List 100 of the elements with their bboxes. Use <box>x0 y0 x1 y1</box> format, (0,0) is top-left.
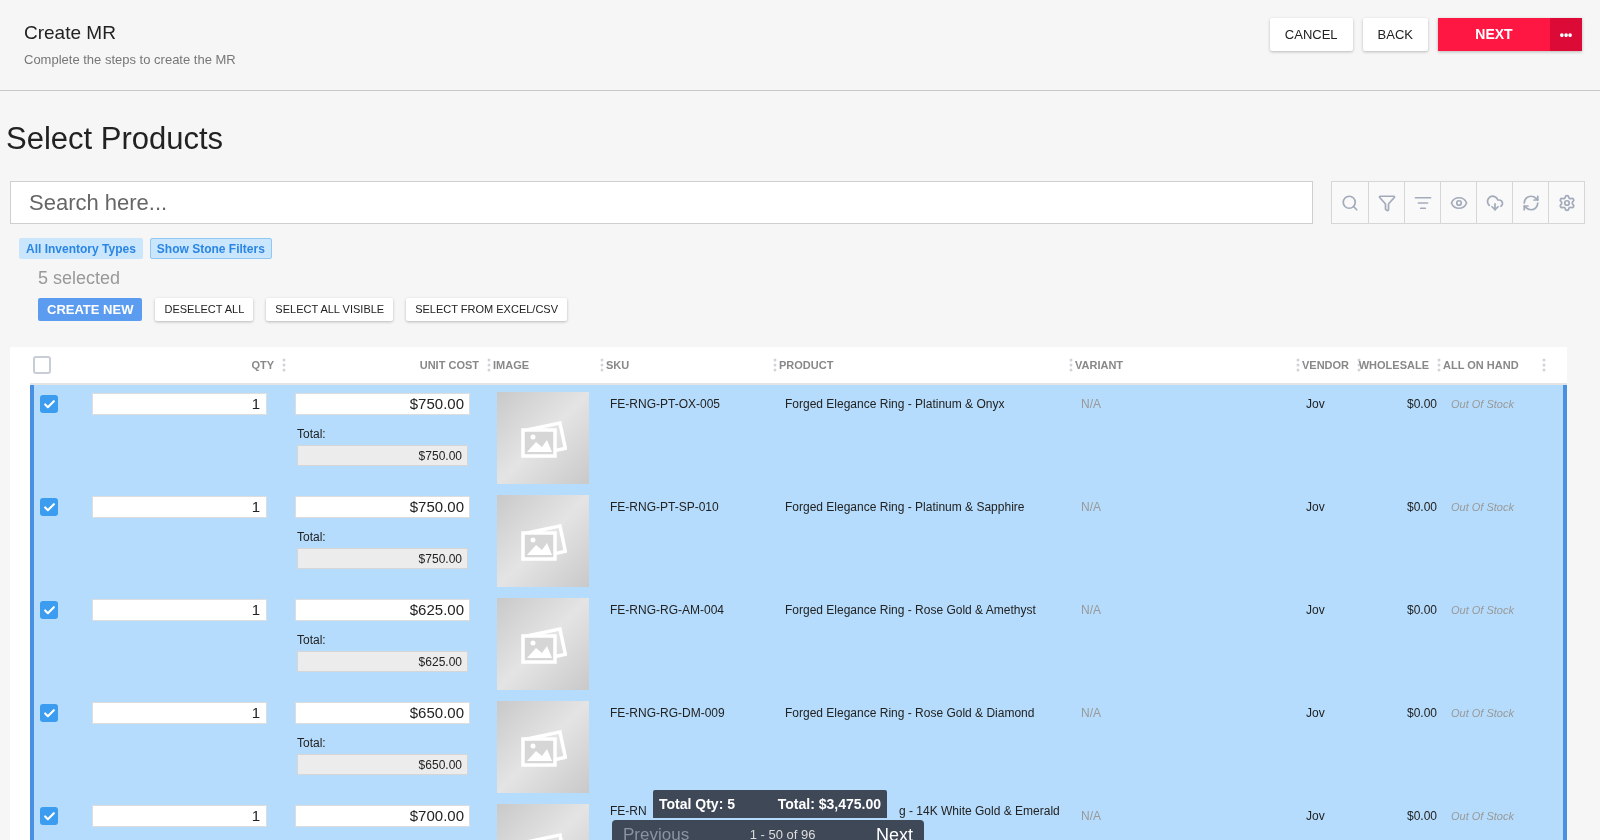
column-header[interactable]: QTY <box>251 356 274 374</box>
selection-count: 5 selected <box>37 267 122 290</box>
section-title: Select Products <box>5 121 225 157</box>
wholesale-price: $0.00 <box>1406 809 1437 823</box>
image-icon <box>519 624 567 664</box>
wholesale-price: $0.00 <box>1406 397 1437 411</box>
column-header[interactable]: VENDOR <box>1302 356 1350 374</box>
variant-text: N/A <box>1081 809 1101 823</box>
check-icon <box>42 397 56 411</box>
product-name: Forged Elegance Ring - Rose Gold & Amethyst <box>785 603 1036 617</box>
column-header[interactable]: WHOLESALE <box>1358 356 1429 374</box>
action-button[interactable]: DESELECT ALL <box>155 298 254 321</box>
total-label: Total: <box>297 632 327 649</box>
column-header[interactable]: IMAGE <box>493 356 530 374</box>
check-icon <box>42 706 56 720</box>
unit-cost-field[interactable]: $750.00 <box>295 393 470 415</box>
variant-text: N/A <box>1081 397 1101 411</box>
drag-handle-icon[interactable] <box>1437 358 1441 372</box>
back-button[interactable]: BACK <box>1362 18 1428 51</box>
sku-text: FE-RNG-PT-SP-010 <box>610 500 719 514</box>
page-title: Create MR <box>24 21 117 45</box>
more-button[interactable]: ••• <box>1550 18 1582 51</box>
total-label: Total: <box>297 529 327 546</box>
cancel-button[interactable]: CANCEL <box>1269 18 1353 51</box>
qty-field[interactable]: 1 <box>92 805 267 827</box>
qty-field[interactable]: 1 <box>92 393 267 415</box>
checkbox[interactable] <box>40 498 58 516</box>
stock-status: Out Of Stock <box>1451 501 1514 513</box>
qty-field[interactable]: 1 <box>92 702 267 724</box>
next-page-button[interactable]: Next <box>876 821 913 840</box>
drag-handle-icon[interactable] <box>1069 358 1073 372</box>
check-icon <box>42 500 56 514</box>
table-row[interactable]: 1 $625.00 Total: $625.00 FE-RNG-RG-AM-004 Forged Elegance Ring - Rose Gold & Amethyst N/A Jov $0.00 Out Of Stock <box>30 591 1567 694</box>
table-row[interactable]: 1 $650.00 Total: $650.00 FE-RNG-RG-DM-009 Forged Elegance Ring - Rose Gold & Diamond N/A Jov $0.00 Out Of Stock <box>30 694 1567 797</box>
next-button[interactable]: NEXT <box>1438 18 1550 51</box>
total-qty: Total Qty: 5 <box>659 794 735 814</box>
sku-text: FE-RNG-RG-AM-004 <box>610 603 724 617</box>
vendor-text: Jov <box>1306 397 1325 411</box>
image-icon <box>519 727 567 767</box>
total-field: $625.00 <box>297 651 468 672</box>
product-name: g - 14K White Gold & Emerald <box>899 804 1060 818</box>
drag-handle-icon[interactable] <box>1542 358 1546 372</box>
page-range: 1 - 50 of 96 <box>749 826 816 840</box>
total-label: Total: <box>297 735 327 752</box>
column-header[interactable]: UNIT COST <box>419 356 479 374</box>
sku-text: FE-RN <box>610 804 647 818</box>
search-field[interactable]: Search here... <box>10 181 1313 224</box>
sku-text: FE-RNG-PT-OX-005 <box>610 397 720 411</box>
drag-handle-icon[interactable] <box>487 358 491 372</box>
wholesale-price: $0.00 <box>1406 706 1437 720</box>
page-subtitle: Complete the steps to create the MR <box>24 51 236 69</box>
checkbox[interactable] <box>40 601 58 619</box>
qty-field[interactable]: 1 <box>92 496 267 518</box>
column-header[interactable]: SKU <box>606 356 630 374</box>
sku-text: FE-RNG-RG-DM-009 <box>610 706 725 720</box>
qty-field[interactable]: 1 <box>92 599 267 621</box>
column-header[interactable]: VARIANT <box>1075 356 1124 374</box>
vendor-text: Jov <box>1306 603 1325 617</box>
drag-handle-icon[interactable] <box>282 358 286 372</box>
checkbox[interactable] <box>40 807 58 825</box>
product-name: Forged Elegance Ring - Rose Gold & Diamond <box>785 706 1035 720</box>
stock-status: Out Of Stock <box>1451 604 1514 616</box>
vendor-text: Jov <box>1306 809 1325 823</box>
image-icon <box>519 418 567 458</box>
product-name: Forged Elegance Ring - Platinum & Onyx <box>785 397 1005 411</box>
column-header[interactable]: PRODUCT <box>779 356 834 374</box>
stock-status: Out Of Stock <box>1451 707 1514 719</box>
total-field: $750.00 <box>297 445 468 466</box>
unit-cost-field[interactable]: $750.00 <box>295 496 470 518</box>
unit-cost-field[interactable]: $625.00 <box>295 599 470 621</box>
column-header[interactable]: ALL ON HAND <box>1443 356 1519 374</box>
unit-cost-field[interactable]: $650.00 <box>295 702 470 724</box>
stock-status: Out Of Stock <box>1451 810 1514 822</box>
total-field: $650.00 <box>297 754 468 775</box>
wholesale-price: $0.00 <box>1406 500 1437 514</box>
drag-handle-icon[interactable] <box>773 358 777 372</box>
check-icon <box>42 809 56 823</box>
wholesale-price: $0.00 <box>1406 603 1437 617</box>
table-row[interactable]: 1 $750.00 Total: $750.00 FE-RNG-PT-OX-005 Forged Elegance Ring - Platinum & Onyx N/A Jov $0.00 Out Of Stock <box>30 385 1567 488</box>
total-label: Total: <box>297 426 327 443</box>
action-button[interactable]: SELECT ALL VISIBLE <box>266 298 394 321</box>
variant-text: N/A <box>1081 603 1101 617</box>
action-button[interactable]: SELECT FROM EXCEL/CSV <box>406 298 568 321</box>
image-icon <box>519 521 567 561</box>
drag-handle-icon[interactable] <box>1296 358 1300 372</box>
checkbox[interactable] <box>40 395 58 413</box>
unit-cost-field[interactable]: $700.00 <box>295 805 470 827</box>
table-row[interactable]: 1 $750.00 Total: $750.00 FE-RNG-PT-SP-010 Forged Elegance Ring - Platinum & Sapphire N/A Jov $0.00 Out Of Stock <box>30 488 1567 591</box>
variant-text: N/A <box>1081 706 1101 720</box>
vendor-text: Jov <box>1306 500 1325 514</box>
product-name: Forged Elegance Ring - Platinum & Sapphire <box>785 500 1025 514</box>
checkbox[interactable] <box>33 356 51 374</box>
total-field: $750.00 <box>297 548 468 569</box>
variant-text: N/A <box>1081 500 1101 514</box>
drag-handle-icon[interactable] <box>600 358 604 372</box>
stock-status: Out Of Stock <box>1451 398 1514 410</box>
total-amount: Total: $3,475.00 <box>777 794 881 814</box>
checkbox[interactable] <box>40 704 58 722</box>
vendor-text: Jov <box>1306 706 1325 720</box>
check-icon <box>42 603 56 617</box>
